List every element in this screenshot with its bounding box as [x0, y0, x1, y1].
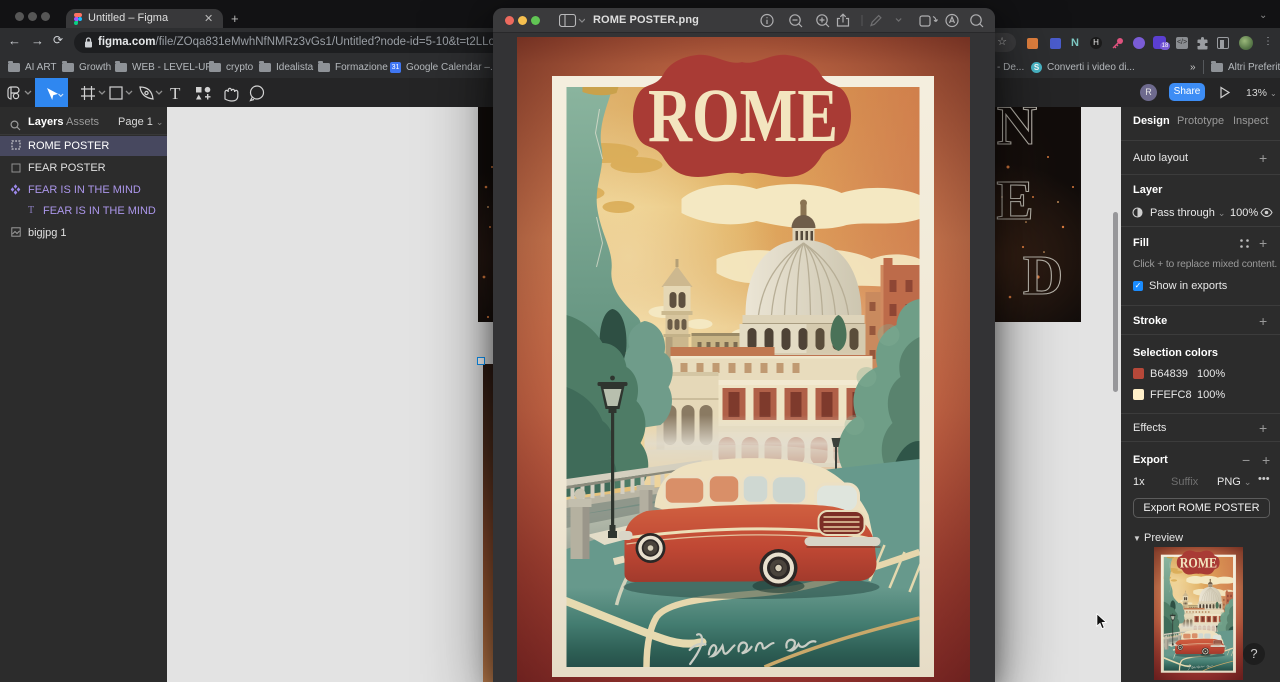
svg-text:T: T [170, 84, 181, 103]
svg-text:E: E [996, 170, 1033, 232]
svg-text:N: N [997, 107, 1037, 157]
svg-text:D: D [1023, 245, 1063, 307]
